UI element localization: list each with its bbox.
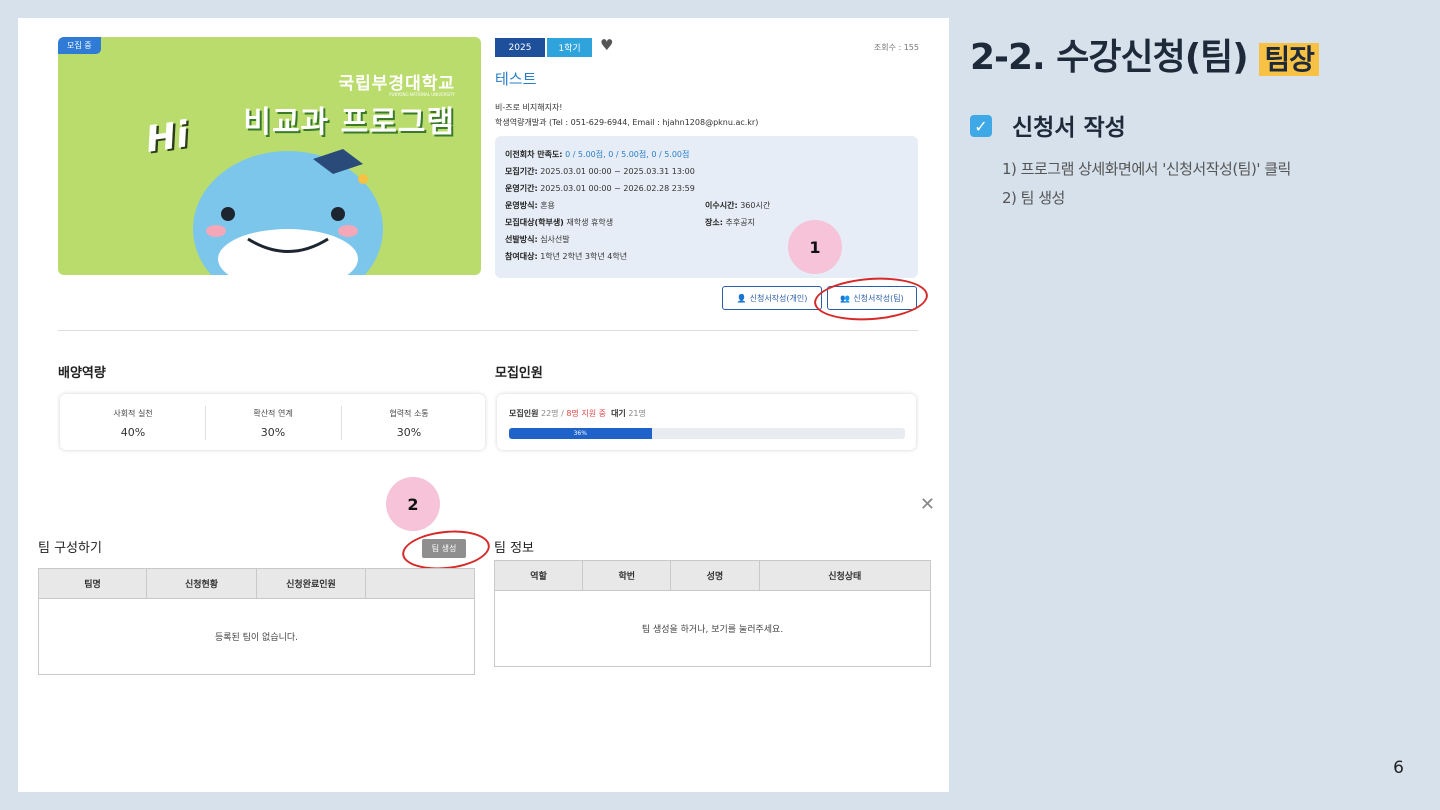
col-name: 성명	[670, 560, 760, 591]
competency-card: 사회적 실천 40% 확산적 연계 30% 협력적 소통 30%	[60, 394, 485, 450]
run-period-value: 2025.03.01 00:00 ~ 2026.02.28 23:59	[540, 184, 695, 193]
program-info-box: 이전회차 만족도: 0 / 5.00점, 0 / 5.00점, 0 / 5.00…	[495, 136, 918, 278]
person-icon: 👤	[736, 293, 747, 303]
place-value: 추후공지	[725, 218, 755, 227]
table-header-row: 역할 학번 성명 신청상태	[493, 560, 932, 591]
recruit-sep: /	[561, 409, 564, 418]
satisfaction-value: 0 / 5.00점, 0 / 5.00점, 0 / 5.00점	[565, 150, 690, 159]
recruit-summary: 모집인원 22명 / 8명 지원 중 대기 21명	[509, 408, 646, 419]
recruit-heading: 모집인원	[495, 366, 543, 381]
annotation-step-2: 2	[386, 477, 440, 531]
apply-individual-button[interactable]: 👤 신청서작성(개인)	[722, 286, 822, 310]
screenshot-panel: 모집 중 국립부경대학교 PUKYONG NATIONAL UNIVERSITY…	[18, 18, 949, 792]
competency-pct: 30%	[260, 426, 286, 439]
semester-tag: 1학기	[547, 38, 592, 57]
selection-value: 심사선발	[540, 235, 570, 244]
recruit-wait: 21명	[628, 409, 646, 418]
banner-hi-text: Hi	[143, 114, 192, 161]
competency-name: 확산적 연계	[253, 409, 293, 418]
program-description: 비-즈로 비지해지자!	[495, 103, 563, 112]
competency-item: 사회적 실천 40%	[65, 394, 201, 450]
table-header-row: 팀명 신청현황 신청완료인원	[38, 568, 475, 599]
recruit-period-label: 모집기간:	[505, 167, 538, 176]
recruit-applied: 8명 지원 중	[566, 409, 606, 418]
step-heading: 신청서 작성	[1012, 115, 1126, 141]
target-row: 모집대상(학부생) 재학생 휴학생	[505, 217, 613, 228]
team-compose-heading: 팀 구성하기	[38, 541, 102, 556]
year-tag: 2025	[495, 38, 545, 57]
slide-title-text: 2-2. 수강신청(팀)	[970, 37, 1249, 78]
competency-item: 확산적 연계 30%	[205, 394, 341, 450]
step-line-1: 1) 프로그램 상세화면에서 '신청서작성(팀)' 클릭	[1002, 160, 1291, 178]
col-student-id: 학번	[582, 560, 672, 591]
selection-label: 선발방식:	[505, 235, 538, 244]
method-value: 혼용	[540, 201, 555, 210]
method-label: 운영방식:	[505, 201, 538, 210]
checkbox-checked-icon: ✓	[970, 115, 992, 137]
highlight-ellipse-apply-team	[812, 274, 930, 324]
section-divider	[58, 330, 918, 331]
col-team-name: 팀명	[38, 568, 147, 599]
empty-team-message: 등록된 팀이 없습니다.	[38, 598, 475, 675]
col-actions	[365, 568, 475, 599]
hours-row: 이수시간: 360시간	[705, 200, 770, 211]
university-logo-text: 국립부경대학교	[338, 74, 455, 94]
program-name: 테스트	[495, 70, 537, 88]
target-value: 재학생 휴학생	[566, 218, 614, 227]
table-row: 등록된 팀이 없습니다.	[38, 598, 475, 675]
competency-name: 사회적 실천	[113, 409, 153, 418]
close-icon[interactable]: ✕	[920, 494, 935, 515]
recruit-card: 모집인원 22명 / 8명 지원 중 대기 21명 36%	[497, 394, 916, 450]
run-period-row: 운영기간: 2025.03.01 00:00 ~ 2026.02.28 23:5…	[505, 183, 695, 194]
apply-individual-label: 신청서작성(개인)	[749, 293, 808, 303]
col-status: 신청상태	[758, 560, 932, 591]
heart-icon[interactable]: ♥	[600, 36, 613, 54]
view-count: 조회수 : 155	[873, 43, 919, 52]
col-apply-status: 신청현황	[146, 568, 257, 599]
whale-mascot-illustration	[193, 149, 383, 275]
page-number: 6	[1393, 758, 1404, 778]
run-period-label: 운영기간:	[505, 184, 538, 193]
program-contact: 학생역량개발과 (Tel : 051-629-6944, Email : hja…	[495, 118, 759, 127]
recruit-total-label: 모집인원	[509, 409, 539, 418]
grade-label: 참여대상:	[505, 252, 538, 261]
competency-pct: 40%	[120, 426, 146, 439]
competency-name: 협력적 소통	[389, 409, 429, 418]
grade-value: 1학년 2학년 3학년 4학년	[540, 252, 628, 261]
team-info-heading: 팀 정보	[494, 541, 535, 556]
selection-row: 선발방식: 심사선발	[505, 234, 570, 245]
competency-item: 협력적 소통 30%	[341, 394, 477, 450]
satisfaction-row: 이전회차 만족도: 0 / 5.00점, 0 / 5.00점, 0 / 5.00…	[505, 149, 689, 160]
team-compose-table: 팀명 신청현황 신청완료인원 등록된 팀이 없습니다.	[38, 568, 475, 675]
col-role: 역할	[493, 560, 584, 591]
slide-title: 2-2. 수강신청(팀) 팀장	[970, 28, 1319, 80]
place-row: 장소: 추후공지	[705, 217, 755, 228]
team-info-table: 역할 학번 성명 신청상태 팀 생성을 하거나, 보기를 눌러주세요.	[493, 560, 932, 667]
grade-row: 참여대상: 1학년 2학년 3학년 4학년	[505, 251, 627, 262]
place-label: 장소:	[705, 218, 723, 227]
recruit-period-row: 모집기간: 2025.03.01 00:00 ~ 2025.03.31 13:0…	[505, 166, 695, 177]
satisfaction-label: 이전회차 만족도:	[505, 150, 563, 159]
recruit-status-badge: 모집 중	[58, 37, 101, 54]
recruit-wait-label: 대기	[611, 409, 626, 418]
competency-heading: 배양역량	[58, 366, 106, 381]
competency-pct: 30%	[396, 426, 422, 439]
hours-value: 360시간	[740, 201, 771, 210]
recruit-progress-label: 36%	[573, 430, 587, 437]
hours-label: 이수시간:	[705, 201, 738, 210]
empty-team-info-message: 팀 생성을 하거나, 보기를 눌러주세요.	[494, 590, 931, 667]
method-row: 운영방식: 혼용	[505, 200, 555, 211]
recruit-total: 22명	[541, 409, 559, 418]
slide-title-badge: 팀장	[1259, 43, 1319, 76]
program-banner: 모집 중 국립부경대학교 PUKYONG NATIONAL UNIVERSITY…	[58, 37, 481, 275]
recruit-period-value: 2025.03.01 00:00 ~ 2025.03.31 13:00	[540, 167, 695, 176]
col-complete-count: 신청완료인원	[256, 568, 366, 599]
target-label: 모집대상(학부생)	[505, 218, 564, 227]
step-line-2: 2) 팀 생성	[1002, 189, 1065, 207]
recruit-progress-fill: 36%	[509, 428, 652, 439]
highlight-ellipse-create-team	[400, 526, 492, 574]
table-row: 팀 생성을 하거나, 보기를 눌러주세요.	[494, 590, 931, 667]
recruit-progress-track: 36%	[509, 428, 905, 439]
annotation-step-1: 1	[788, 220, 842, 274]
